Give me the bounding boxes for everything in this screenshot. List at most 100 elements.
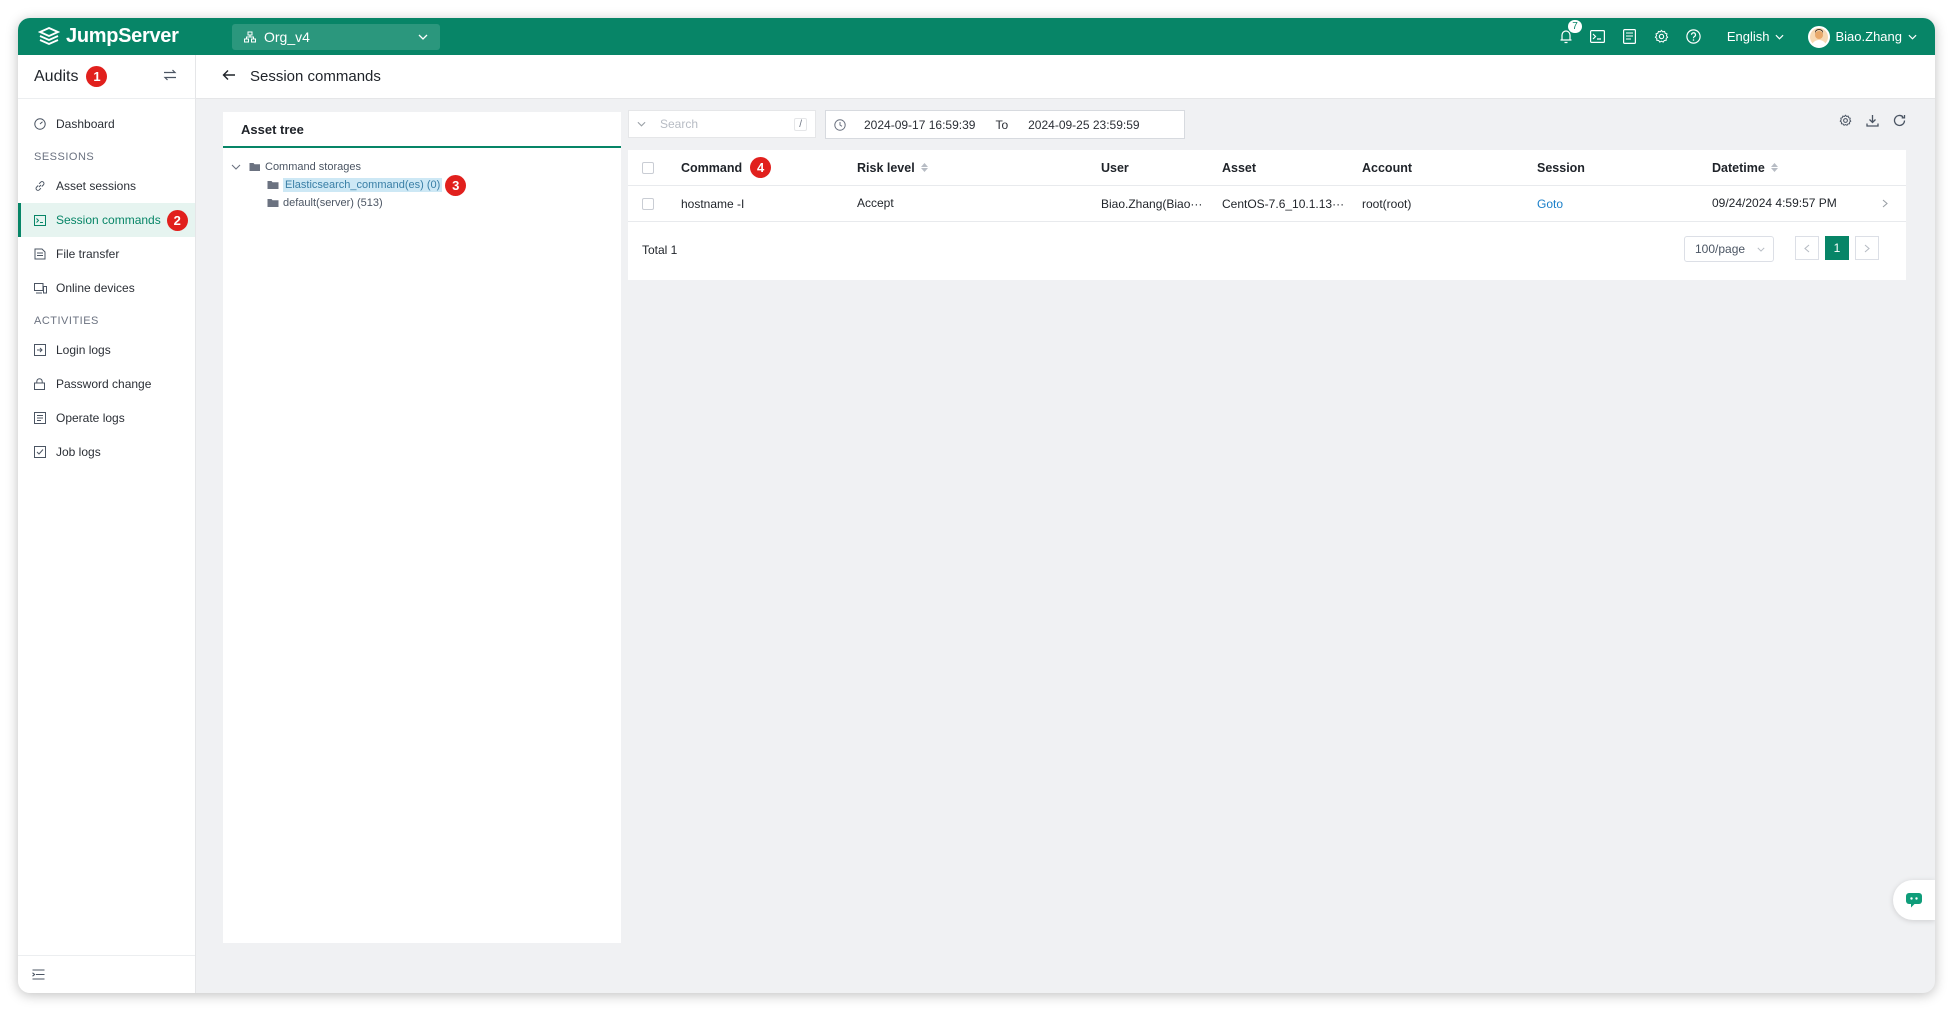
sort-icon[interactable]	[920, 163, 928, 172]
annotation-marker-4: 4	[750, 157, 772, 178]
arrow-left-icon	[222, 70, 235, 80]
column-header-account[interactable]: Account	[1362, 150, 1412, 185]
language-selector[interactable]: English	[1727, 29, 1784, 44]
sidebar-item-job-logs[interactable]: Job logs	[18, 435, 195, 469]
table-toolbar: Search / 2024-09-17 16:59:39 To 2024-09-…	[628, 110, 1906, 140]
date-from[interactable]: 2024-09-17 16:59:39	[864, 118, 975, 132]
folder-icon	[267, 199, 279, 207]
column-header-datetime[interactable]: Datetime	[1712, 150, 1778, 185]
link-icon	[35, 181, 45, 191]
select-all-checkbox[interactable]	[642, 161, 654, 174]
settings-button[interactable]	[1653, 28, 1671, 46]
tree-node-label: Elasticsearch_command(es) (0)	[283, 178, 443, 192]
sidebar-item-operate-logs[interactable]: Operate logs	[18, 401, 195, 435]
devices-icon	[34, 282, 47, 293]
chevron-down-icon[interactable]	[637, 121, 646, 127]
sidebar-item-label: Password change	[56, 377, 152, 391]
page-size-value: 100/page	[1695, 242, 1746, 256]
page-title: Session commands	[250, 68, 381, 85]
switch-view-button[interactable]	[163, 69, 177, 84]
table-settings-button[interactable]	[1839, 114, 1852, 130]
sidebar-item-asset-sessions[interactable]: Asset sessions	[18, 169, 195, 203]
column-header-risk[interactable]: Risk level	[857, 150, 928, 185]
file-transfer-icon	[34, 248, 46, 260]
chevron-down-icon	[1908, 34, 1917, 40]
sidebar-item-session-commands[interactable]: Session commands 2	[18, 203, 195, 237]
login-icon	[34, 344, 46, 356]
tree-node-elasticsearch[interactable]: Elasticsearch_command(es) (0) 3	[231, 174, 621, 196]
swap-icon	[163, 69, 177, 81]
column-header-session[interactable]: Session	[1537, 150, 1585, 185]
page-number-button[interactable]: 1	[1825, 236, 1849, 260]
chevron-down-icon	[1774, 34, 1784, 40]
sidebar-item-label: Online devices	[56, 281, 135, 295]
notification-badge: 7	[1567, 18, 1583, 34]
page-size-select[interactable]: 100/page	[1684, 236, 1774, 262]
brand-logo[interactable]: JumpServer	[38, 25, 210, 48]
back-button[interactable]	[222, 69, 236, 84]
row-expand-button[interactable]	[1882, 186, 1888, 221]
terminal-icon	[34, 214, 46, 226]
table-row[interactable]: hostname -I Accept Biao.Zhang(Biao··· Ce…	[628, 186, 1906, 222]
sidebar-item-label: Session commands	[56, 213, 161, 227]
date-range-picker[interactable]: 2024-09-17 16:59:39 To 2024-09-25 23:59:…	[825, 110, 1185, 139]
org-selector[interactable]: Org_v4	[232, 23, 440, 50]
tickets-button[interactable]	[1621, 28, 1639, 46]
table-tools	[1839, 114, 1906, 130]
web-terminal-button[interactable]	[1589, 28, 1607, 46]
prev-page-button[interactable]	[1795, 236, 1819, 260]
sidebar-item-label: Asset sessions	[56, 179, 137, 193]
sidebar-collapse-button[interactable]	[18, 955, 195, 993]
sidebar-item-label: Login logs	[56, 343, 111, 357]
page-header: Session commands	[196, 55, 1935, 99]
sidebar-item-label: Job logs	[56, 445, 101, 459]
date-to[interactable]: 2024-09-25 23:59:59	[1028, 118, 1139, 132]
brand-name: JumpServer	[66, 25, 179, 47]
column-header-label: Risk level	[857, 160, 915, 175]
refresh-button[interactable]	[1893, 114, 1906, 130]
column-header-label: Datetime	[1712, 160, 1765, 175]
tree-title: Asset tree	[223, 112, 621, 148]
column-header-command[interactable]: Command	[681, 161, 742, 175]
export-button[interactable]	[1866, 114, 1879, 130]
app-window: JumpServer Org_v4 7 English Biao.Zhang A…	[18, 18, 1935, 993]
top-header: JumpServer Org_v4 7 English Biao.Zhang	[18, 18, 1935, 55]
notifications-button[interactable]: 7	[1557, 18, 1583, 46]
chevron-down-icon	[1757, 247, 1765, 252]
cell-session-goto-link[interactable]: Goto	[1537, 186, 1563, 221]
sort-icon[interactable]	[1770, 163, 1778, 172]
org-name: Org_v4	[264, 28, 310, 45]
column-header-asset[interactable]: Asset	[1222, 150, 1256, 185]
sidebar-item-online-devices[interactable]: Online devices	[18, 271, 195, 305]
sidebar-item-login-logs[interactable]: Login logs	[18, 333, 195, 367]
search-input[interactable]: Search /	[628, 110, 816, 138]
chevron-right-icon	[1882, 199, 1888, 208]
table-footer: Total 1 100/page 1	[628, 222, 1906, 278]
commands-table: Command 4 Risk level User Asset Account …	[628, 150, 1906, 280]
column-header-user[interactable]: User	[1101, 150, 1129, 185]
row-checkbox[interactable]	[642, 197, 654, 210]
folder-open-icon	[249, 163, 260, 171]
chat-bot-icon	[1906, 893, 1922, 908]
chevron-left-icon	[1804, 244, 1810, 252]
help-icon	[1686, 29, 1702, 44]
tree-node-root[interactable]: Command storages	[231, 158, 621, 176]
user-menu[interactable]: Biao.Zhang	[1807, 25, 1918, 48]
sidebar-item-label: File transfer	[56, 247, 120, 261]
help-button[interactable]	[1685, 28, 1703, 46]
folder-icon	[267, 181, 279, 189]
section-heading-activities: ACTIVITIES	[34, 315, 99, 327]
chevron-down-icon[interactable]	[231, 164, 241, 170]
sidebar-item-password-change[interactable]: Password change	[18, 367, 195, 401]
avatar	[1807, 25, 1830, 48]
language-label: English	[1726, 29, 1770, 44]
tree-node-default[interactable]: default(server) (513)	[231, 194, 621, 212]
sidebar-item-label: Dashboard	[56, 117, 115, 131]
cell-asset: CentOS-7.6_10.1.13···	[1222, 196, 1345, 211]
document-icon	[1623, 29, 1637, 44]
chat-assistant-button[interactable]	[1893, 880, 1935, 920]
sidebar-item-file-transfer[interactable]: File transfer	[18, 237, 195, 271]
sidebar-item-dashboard[interactable]: Dashboard	[18, 107, 195, 141]
next-page-button[interactable]	[1855, 236, 1879, 260]
refresh-icon	[1893, 114, 1906, 127]
